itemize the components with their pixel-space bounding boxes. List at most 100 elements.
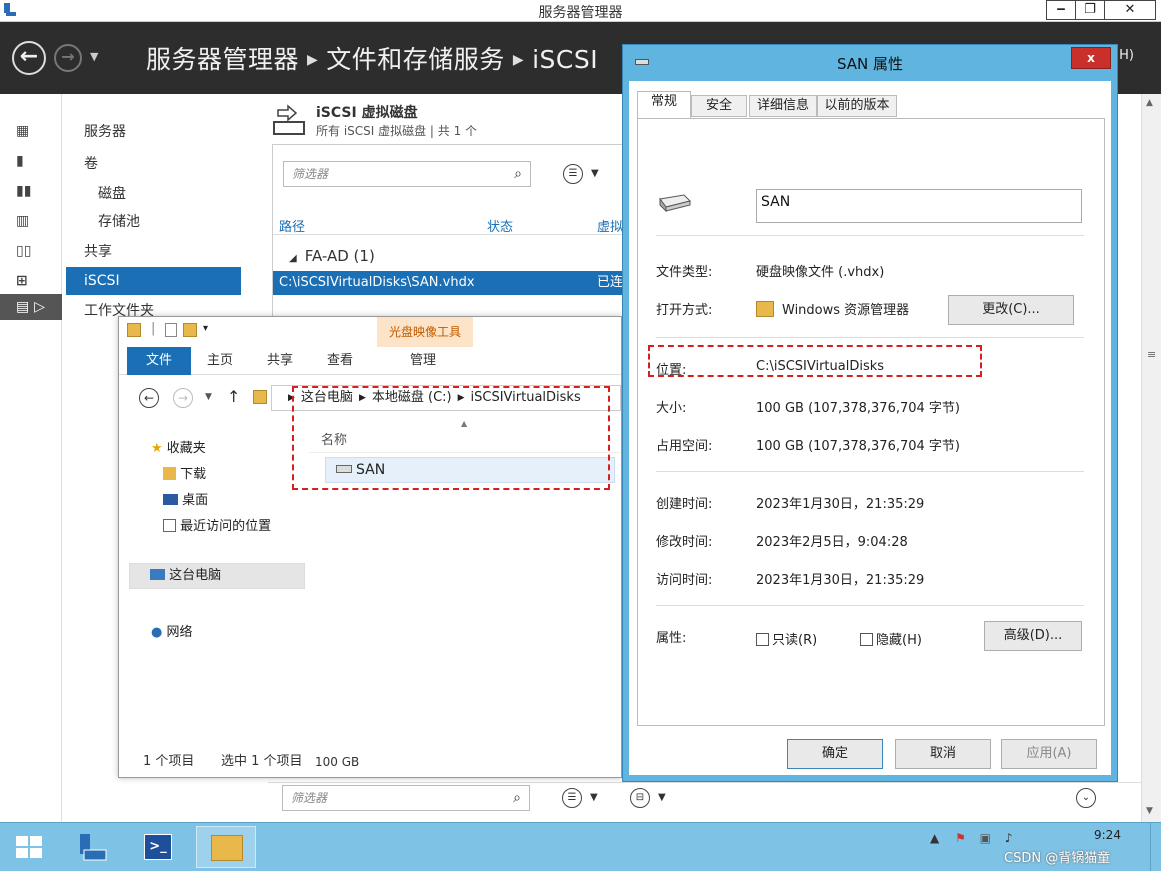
tab-file[interactable]: 文件 [127, 347, 191, 375]
collapse-icon[interactable]: ◢ [289, 253, 297, 264]
dashboard-icon[interactable]: ▦ [16, 122, 34, 140]
recent-places-icon [163, 519, 176, 532]
list-options-icon[interactable]: ☰ [562, 788, 582, 808]
forward-icon[interactable]: → [173, 388, 193, 408]
nav-recent[interactable]: 最近访问的位置 [163, 515, 271, 534]
scroll-up-icon[interactable]: ▲ [1146, 98, 1153, 108]
apply-button[interactable]: 应用(A) [1001, 739, 1097, 769]
nav-desktop[interactable]: 桌面 [163, 489, 208, 508]
tab-home[interactable]: 主页 [197, 347, 243, 375]
action-center-icon[interactable]: ⚑ [955, 831, 966, 845]
nav-item-iscsi[interactable]: iSCSI [66, 267, 241, 295]
advanced-button[interactable]: 高级(D)... [984, 621, 1082, 651]
clock-time: 9:24 [1094, 828, 1121, 842]
expand-icon[interactable]: ⌄ [1076, 788, 1096, 808]
back-icon[interactable]: ← [139, 388, 159, 408]
taskbar-file-explorer[interactable] [196, 826, 256, 868]
readonly-checkbox[interactable]: 只读(R) [756, 629, 817, 648]
nav-item-shares[interactable]: 共享 [66, 238, 241, 266]
taskbar-powershell[interactable]: >_ [128, 826, 188, 868]
accessed-label: 访问时间: [656, 573, 713, 588]
show-hidden-icons-icon[interactable]: ▲ [930, 831, 939, 845]
bottom-filter-input[interactable]: 筛选器 ⌕ [282, 785, 530, 811]
chevron-down-icon[interactable]: ▼ [591, 168, 599, 179]
tab-share[interactable]: 共享 [257, 347, 303, 375]
ok-button[interactable]: 确定 [787, 739, 883, 769]
save-view-icon[interactable]: ⊟ [630, 788, 650, 808]
table-header: 路径 状态 虚拟 [273, 213, 631, 235]
system-tray: ▲ ⚑ ▣ ♪ [930, 831, 1013, 845]
restore-button[interactable]: ❐ [1075, 0, 1105, 20]
vertical-scrollbar[interactable]: ▲ ≡ ▼ [1141, 94, 1161, 822]
group-row[interactable]: ◢ FA-AD (1) [289, 247, 375, 265]
new-folder-icon[interactable] [183, 323, 197, 337]
tab-security[interactable]: 安全 [691, 95, 747, 117]
size-on-disk-value: 100 GB (107,378,376,704 字节) [756, 439, 960, 454]
breadcrumb-item[interactable]: 文件和存储服务 [326, 45, 505, 74]
cancel-button[interactable]: 取消 [895, 739, 991, 769]
size-label: 大小: [656, 401, 687, 416]
chevron-down-icon[interactable]: ▼ [658, 792, 666, 803]
search-icon[interactable]: ⌕ [514, 162, 522, 186]
local-server-icon[interactable]: ▮ [16, 152, 34, 170]
list-options-icon[interactable]: ☰ [563, 164, 583, 184]
file-type-value: 硬盘映像文件 (.vhdx) [756, 265, 885, 280]
customize-toolbar-icon[interactable]: ▾ [203, 323, 208, 334]
scroll-down-icon[interactable]: ▼ [1146, 806, 1153, 816]
nav-favorites[interactable]: ★ 收藏夹 [151, 437, 206, 456]
column-path[interactable]: 路径 [279, 216, 305, 235]
tab-view[interactable]: 查看 [317, 347, 363, 375]
ad-icon[interactable]: ▥ [16, 212, 34, 230]
search-icon[interactable]: ⌕ [513, 786, 521, 810]
nav-item-storage-pools[interactable]: 存储池 [66, 208, 241, 236]
column-status[interactable]: 状态 [487, 216, 513, 235]
dns-icon[interactable]: ▯▯ [16, 242, 34, 260]
file-server-icon[interactable]: ⊞ [16, 272, 34, 290]
hidden-checkbox[interactable]: 隐藏(H) [860, 629, 922, 648]
chevron-down-icon[interactable]: ▼ [590, 792, 598, 803]
tab-general[interactable]: 常规 [637, 91, 691, 119]
close-button[interactable]: ✕ [1104, 0, 1156, 20]
file-name-input[interactable]: SAN [756, 189, 1082, 223]
nav-network[interactable]: ● 网络 [151, 621, 193, 640]
nav-downloads[interactable]: 下载 [163, 463, 206, 482]
up-icon[interactable]: ↑ [227, 387, 240, 406]
tab-previous-versions[interactable]: 以前的版本 [817, 95, 897, 117]
start-button[interactable] [0, 826, 60, 868]
volume-icon[interactable]: ♪ [1005, 831, 1013, 845]
close-button[interactable]: x [1071, 47, 1111, 69]
properties-quick-icon[interactable] [165, 323, 177, 337]
modified-label: 修改时间: [656, 535, 713, 550]
taskbar-server-manager[interactable] [62, 826, 122, 868]
table-row[interactable]: C:\iSCSIVirtualDisks\SAN.vhdx 已连 [273, 271, 631, 295]
annotation-highlight-size [648, 345, 982, 377]
window-title: 服务器管理器 [538, 5, 623, 21]
back-icon[interactable]: ← [12, 41, 46, 75]
breadcrumb-item[interactable]: 服务器管理器 [146, 45, 299, 74]
server-manager-titlebar: 服务器管理器 ‒ ❐ ✕ [0, 0, 1161, 22]
nav-item-servers[interactable]: 服务器 [66, 118, 241, 146]
iscsi-disk-icon [273, 104, 305, 135]
row-status: 已连 [597, 275, 624, 290]
show-desktop-button[interactable] [1150, 823, 1161, 871]
file-storage-icon[interactable]: ▤ ▷ [0, 294, 62, 320]
vhd-file-icon [659, 194, 691, 213]
network-tray-icon[interactable]: ▣ [980, 831, 991, 845]
nav-this-pc[interactable]: 这台电脑 [129, 563, 305, 589]
history-dropdown-icon[interactable]: ▼ [90, 50, 98, 63]
minimize-button[interactable]: ‒ [1046, 0, 1076, 20]
recent-locations-icon[interactable]: ▼ [205, 392, 212, 402]
all-servers-icon[interactable]: ▮▮ [16, 182, 34, 200]
change-button[interactable]: 更改(C)... [948, 295, 1074, 325]
tab-details[interactable]: 详细信息 [749, 95, 817, 117]
nav-item-volumes[interactable]: 卷 [66, 150, 241, 178]
clock[interactable]: 9:24 [1094, 827, 1121, 844]
folder-icon [253, 390, 267, 404]
breadcrumb-item[interactable]: iSCSI [532, 45, 598, 74]
nav-item-disks[interactable]: 磁盘 [66, 180, 241, 208]
scroll-grip-icon[interactable]: ≡ [1147, 348, 1156, 361]
column-virtual[interactable]: 虚拟 [597, 216, 623, 235]
tab-manage[interactable]: 管理 [395, 347, 451, 375]
filter-input[interactable]: 筛选器 ⌕ [283, 161, 531, 187]
forward-icon[interactable]: → [54, 44, 82, 72]
